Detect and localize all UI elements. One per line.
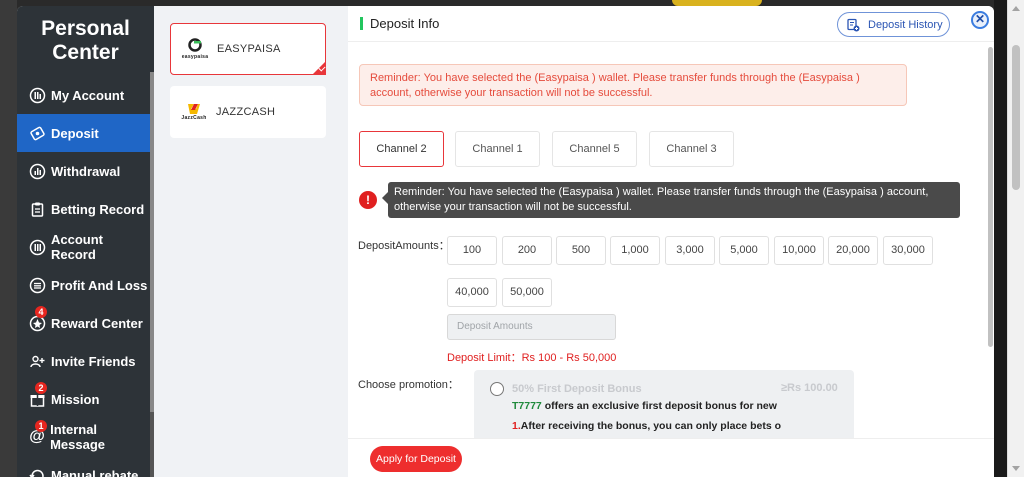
- sidebar: Personal Center My Account Deposit Withd…: [17, 6, 154, 477]
- sidebar-item-label: Mission: [51, 391, 100, 407]
- withdrawal-icon: [29, 163, 46, 180]
- sidebar-item-label: Profit And Loss: [51, 277, 148, 293]
- deposit-info-panel: Deposit Info Deposit History ✕ Reminder:…: [348, 6, 994, 477]
- promotion-rule-number: 1.: [512, 420, 521, 432]
- sidebar-item-withdrawal[interactable]: Withdrawal: [17, 152, 150, 190]
- sidebar-title-line2: Center: [52, 41, 119, 64]
- sidebar-item-mission[interactable]: 2 Mission: [17, 380, 150, 418]
- header-accent-bar: [360, 17, 363, 30]
- background-page-left: [0, 0, 17, 477]
- scrollbar-thumb[interactable]: [1012, 45, 1020, 190]
- promotion-radio[interactable]: [490, 382, 504, 396]
- deposit-amount-input[interactable]: Deposit Amounts: [447, 314, 616, 340]
- sidebar-item-betting-record[interactable]: Betting Record: [17, 190, 150, 228]
- sidebar-title-line1: Personal: [41, 17, 130, 40]
- sidebar-item-label: Account Record: [51, 232, 103, 262]
- deposit-amounts-label: DepositAmounts：: [358, 240, 450, 252]
- sidebar-item-label: Deposit: [51, 125, 99, 141]
- page-title: Deposit Info: [370, 16, 440, 31]
- sidebar-item-invite-friends[interactable]: Invite Friends: [17, 342, 150, 380]
- amount-option[interactable]: 1,000: [610, 236, 660, 265]
- selected-check-icon: [312, 61, 326, 75]
- promotion-description-text: offers an exclusive first deposit bonus …: [541, 400, 777, 412]
- sidebar-item-account-record[interactable]: Account Record: [17, 228, 150, 266]
- sidebar-item-label: Invite Friends: [51, 353, 136, 369]
- rebate-icon: [29, 467, 46, 477]
- sidebar-item-label: Withdrawal: [51, 163, 121, 179]
- promotion-title: 50% First Deposit Bonus: [512, 383, 642, 395]
- tab-channel-5[interactable]: Channel 5: [552, 131, 637, 167]
- at-sign-icon: @1: [29, 419, 47, 446]
- sidebar-title: Personal Center: [17, 6, 154, 84]
- deposit-modal: Personal Center My Account Deposit Withd…: [17, 6, 994, 477]
- amount-option[interactable]: 5,000: [719, 236, 769, 265]
- clipboard-icon: [29, 201, 46, 218]
- deposit-history-label: Deposit History: [868, 18, 943, 31]
- reminder-banner: Reminder: You have selected the (Easypai…: [359, 64, 907, 106]
- account-icon: [29, 87, 46, 104]
- amount-option[interactable]: 3,000: [665, 236, 715, 265]
- apply-for-deposit-button[interactable]: Apply for Deposit: [370, 446, 462, 472]
- reward-badge: 4: [35, 305, 47, 318]
- promotion-description: T7777 offers an exclusive first deposit …: [512, 400, 777, 412]
- invite-friends-icon: [29, 353, 46, 370]
- sidebar-item-label: My Account: [51, 87, 125, 103]
- scroll-down-arrow-icon[interactable]: [1012, 466, 1020, 471]
- list-icon: [29, 277, 46, 294]
- sidebar-item-manual-rebate[interactable]: Manual rebate: [17, 456, 150, 477]
- record-icon: [29, 239, 46, 256]
- tab-channel-3[interactable]: Channel 3: [649, 131, 734, 167]
- promotion-brand: T7777: [512, 400, 542, 412]
- wallet-easypaisa[interactable]: easypaisa EASYPAISA: [170, 23, 326, 75]
- amount-option[interactable]: 50,000: [502, 278, 552, 307]
- wallet-list: easypaisa EASYPAISA JazzCash JAZZCASH: [154, 6, 348, 477]
- gift-icon: 2: [29, 381, 47, 408]
- sidebar-item-label: Betting Record: [51, 201, 145, 217]
- wallet-name: EASYPAISA: [217, 43, 281, 55]
- amount-option[interactable]: 200: [502, 236, 552, 265]
- deposit-limit-text: Deposit Limit：Rs 100 - Rs 50,000: [447, 352, 617, 364]
- deposit-history-button[interactable]: Deposit History: [837, 12, 950, 37]
- reminder-tooltip: Reminder: You have selected the (Easypai…: [382, 182, 960, 218]
- sidebar-item-label: Reward Center: [51, 315, 143, 331]
- deposit-icon: [29, 125, 46, 142]
- choose-promotion-label: Choose promotion：: [358, 379, 459, 391]
- sidebar-item-label: Manual rebate: [51, 467, 139, 477]
- promotion-minimum: ≥Rs 100.00: [781, 382, 838, 394]
- jazzcash-logo-text: JazzCash: [181, 115, 207, 121]
- amount-option[interactable]: 20,000: [828, 236, 878, 265]
- easypaisa-logo: easypaisa: [181, 35, 209, 63]
- jazzcash-logo: JazzCash: [180, 98, 208, 126]
- close-icon[interactable]: ✕: [971, 11, 989, 29]
- page-scrollbar[interactable]: [1007, 0, 1024, 477]
- promotion-rule-text: After receiving the bonus, you can only …: [520, 420, 781, 432]
- sidebar-item-my-account[interactable]: My Account: [17, 76, 150, 114]
- message-badge: 1: [35, 419, 47, 432]
- panel-footer: Apply for Deposit: [348, 438, 994, 477]
- amount-option[interactable]: 10,000: [774, 236, 824, 265]
- wallet-jazzcash[interactable]: JazzCash JAZZCASH: [170, 86, 326, 138]
- reward-icon: 4: [29, 305, 47, 332]
- sidebar-item-label: Internal Message: [50, 422, 106, 452]
- sidebar-item-reward-center[interactable]: 4 Reward Center: [17, 304, 150, 342]
- panel-scrollbar-thumb[interactable]: [988, 47, 993, 347]
- promotion-rule: 1.After receiving the bonus, you can onl…: [512, 420, 781, 432]
- panel-header: Deposit Info Deposit History ✕: [348, 6, 994, 42]
- tab-channel-2[interactable]: Channel 2: [359, 131, 444, 167]
- warning-icon[interactable]: !: [359, 191, 377, 209]
- sidebar-item-internal-message[interactable]: @1 Internal Message: [17, 418, 150, 456]
- amount-option[interactable]: 500: [556, 236, 606, 265]
- scroll-up-arrow-icon[interactable]: [1012, 6, 1020, 11]
- sidebar-item-deposit[interactable]: Deposit: [17, 114, 150, 152]
- wallet-name: JAZZCASH: [216, 106, 276, 118]
- easypaisa-logo-text: easypaisa: [181, 54, 209, 60]
- mission-badge: 2: [35, 381, 47, 394]
- tab-channel-1[interactable]: Channel 1: [455, 131, 540, 167]
- history-icon: [847, 18, 860, 31]
- panel-scrollbar[interactable]: [987, 42, 994, 438]
- amount-option[interactable]: 40,000: [447, 278, 497, 307]
- sidebar-item-profit-and-loss[interactable]: Profit And Loss: [17, 266, 150, 304]
- amount-option[interactable]: 100: [447, 236, 497, 265]
- amount-option[interactable]: 30,000: [883, 236, 933, 265]
